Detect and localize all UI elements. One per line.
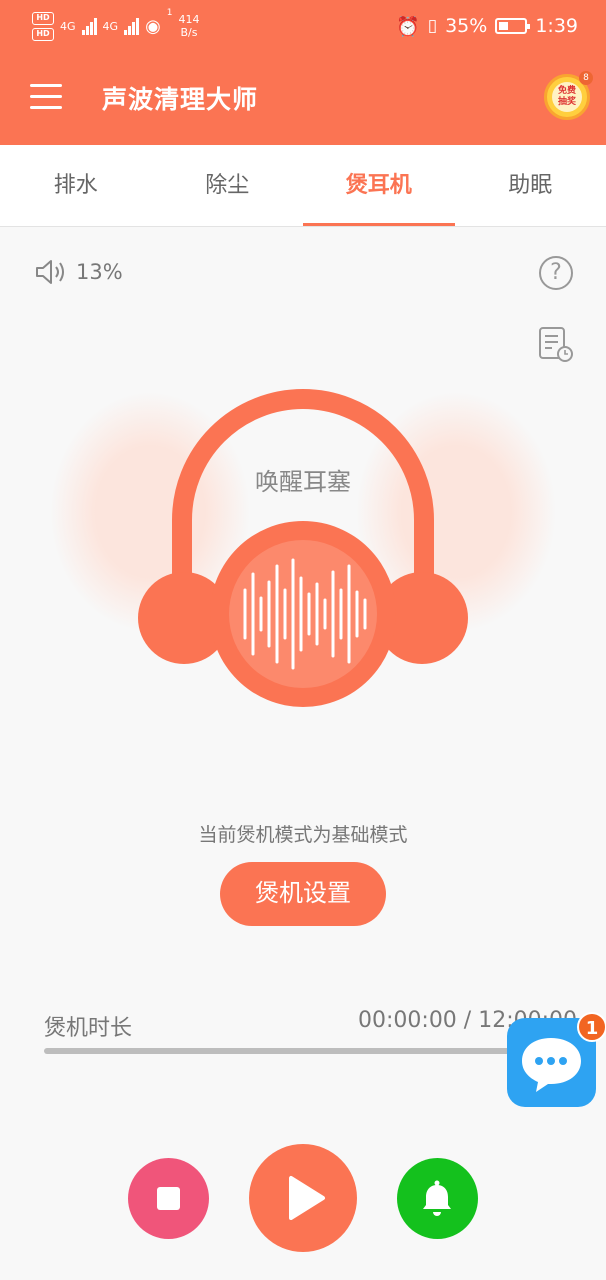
signal-icon	[124, 17, 140, 35]
burn-in-settings-button[interactable]: 煲机设置	[220, 862, 386, 926]
free-lottery-button[interactable]: 免费 抽奖 8	[544, 71, 593, 120]
center-disc-inner	[229, 540, 377, 688]
battery-icon	[495, 18, 531, 34]
signal-icon	[81, 17, 97, 35]
lottery-badge: 8	[579, 71, 593, 85]
lottery-label-line1: 免费	[557, 86, 576, 96]
status-right: ⏰ ▯ 35% 1:39	[396, 12, 578, 40]
speaker-icon	[36, 260, 64, 284]
speed-unit: B/s	[180, 26, 198, 39]
clock: 1:39	[535, 15, 578, 37]
help-icon[interactable]: ?	[539, 256, 573, 290]
tab-drain[interactable]: 排水	[0, 145, 152, 226]
hd-icon: HD	[32, 27, 54, 41]
play-icon	[289, 1176, 325, 1220]
battery-fill	[499, 22, 508, 30]
network-type-label: 4G	[102, 19, 119, 33]
burn-in-progress-bar[interactable]	[44, 1048, 562, 1054]
volume-indicator[interactable]: 13%	[34, 258, 123, 286]
hotspot-count: 1	[166, 8, 173, 18]
network-speed: 414 B/s	[179, 13, 200, 39]
reminder-button[interactable]	[397, 1158, 478, 1239]
hd-icon: HD	[32, 11, 54, 25]
speed-value: 414	[178, 13, 200, 26]
headphones-illustration	[50, 389, 556, 707]
vibrate-icon: ▯	[427, 16, 438, 36]
tab-bar: 排水 除尘 煲耳机 助眠	[0, 145, 606, 227]
tab-sleep-aid[interactable]: 助眠	[455, 145, 606, 226]
app-bar: 声波清理大师 免费 抽奖 8	[0, 50, 606, 145]
battery-percent: 35%	[445, 15, 488, 37]
play-button[interactable]	[249, 1144, 357, 1252]
status-bar: HD HD 4G 4G ◉ 1 414 B/s ⏰ ▯ 35% 1:39	[0, 0, 606, 50]
stop-button[interactable]	[128, 1158, 209, 1239]
network-type-label: 4G	[60, 19, 76, 33]
history-record-icon[interactable]	[538, 326, 574, 364]
chat-unread-badge: 1	[577, 1012, 606, 1042]
lottery-label-line2: 抽奖	[557, 97, 576, 107]
bell-icon	[423, 1180, 451, 1216]
app-title: 声波清理大师	[102, 85, 259, 114]
tab-headphone-burn-in[interactable]: 煲耳机	[303, 145, 455, 226]
alarm-icon: ⏰	[396, 15, 420, 38]
stop-icon	[157, 1187, 180, 1210]
tab-dust-removal[interactable]: 除尘	[152, 145, 304, 226]
burn-in-duration-label: 煲机时长	[44, 1016, 133, 1041]
hd-indicators: HD HD	[32, 11, 54, 41]
wake-earbuds-label: 唤醒耳塞	[255, 468, 351, 496]
volume-value: 13%	[76, 260, 123, 284]
current-mode-text: 当前煲机模式为基础模式	[198, 824, 408, 846]
hotspot-icon: ◉	[145, 15, 161, 37]
header-area: HD HD 4G 4G ◉ 1 414 B/s ⏰ ▯ 35% 1:39 声波清…	[0, 0, 606, 145]
lottery-icon: 免费 抽奖	[552, 82, 582, 112]
hamburger-menu-icon[interactable]	[30, 84, 64, 110]
status-left: HD HD 4G 4G ◉ 1 414 B/s	[32, 8, 200, 44]
